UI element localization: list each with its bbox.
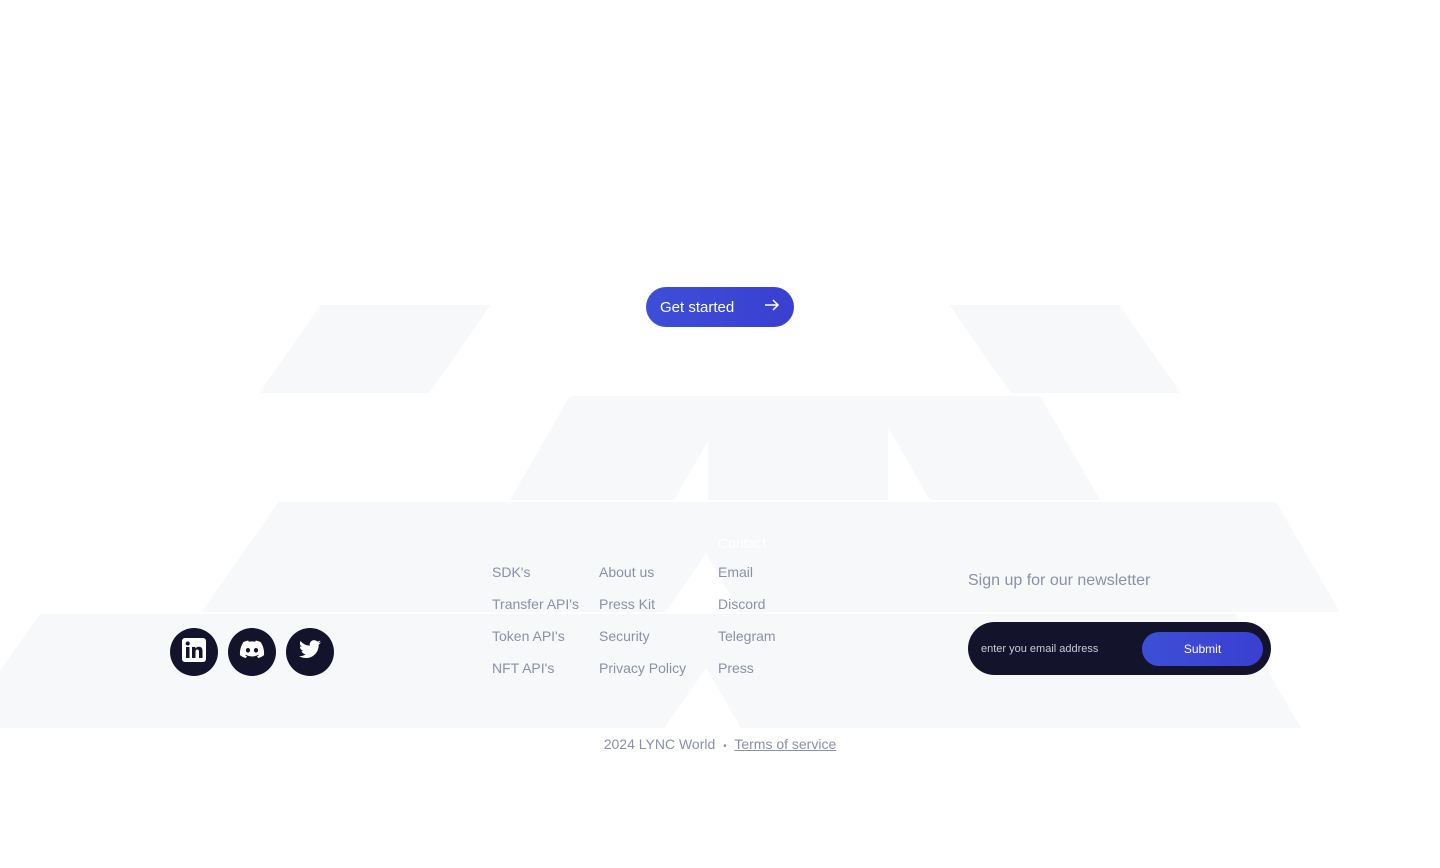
newsletter-form: Submit	[968, 622, 1271, 675]
get-started-button[interactable]: Get started	[646, 287, 794, 327]
linkedin-button[interactable]	[170, 628, 218, 676]
email-input[interactable]	[979, 632, 1142, 665]
contact-links: Email Discord Telegram Press	[718, 560, 776, 688]
developers-links: SDK's Transfer API's Token API's NFT API…	[492, 560, 579, 688]
link-press-kit[interactable]: Press Kit	[599, 592, 686, 624]
link-telegram[interactable]: Telegram	[718, 624, 776, 656]
social-links	[170, 628, 334, 676]
link-nft-apis[interactable]: NFT API's	[492, 656, 579, 688]
contact-heading: Contact	[718, 535, 767, 551]
link-about-us[interactable]: About us	[599, 560, 686, 592]
twitter-button[interactable]	[286, 628, 334, 676]
copyright-text: 2024 LYNC World	[603, 736, 716, 752]
get-started-label: Get started	[660, 298, 735, 316]
twitter-icon	[298, 639, 322, 665]
copyright: 2024 LYNC World • Terms of service	[0, 736, 1440, 752]
link-transfer-apis[interactable]: Transfer API's	[492, 592, 579, 624]
submit-button[interactable]: Submit	[1142, 631, 1263, 666]
link-sdks[interactable]: SDK's	[492, 560, 579, 592]
discord-button[interactable]	[228, 628, 276, 676]
company-links: About us Press Kit Security Privacy Poli…	[599, 560, 686, 688]
link-token-apis[interactable]: Token API's	[492, 624, 579, 656]
arrow-right-icon	[764, 298, 780, 316]
footer: SDK's Transfer API's Token API's NFT API…	[0, 0, 1440, 868]
linkedin-icon	[181, 637, 207, 668]
link-press[interactable]: Press	[718, 656, 776, 688]
link-email[interactable]: Email	[718, 560, 776, 592]
discord-icon	[239, 640, 265, 665]
separator: •	[723, 741, 727, 752]
link-discord[interactable]: Discord	[718, 592, 776, 624]
link-privacy-policy[interactable]: Privacy Policy	[599, 656, 686, 688]
terms-of-service-link[interactable]: Terms of service	[734, 736, 836, 752]
link-security[interactable]: Security	[599, 624, 686, 656]
newsletter-title: Sign up for our newsletter	[968, 572, 1151, 589]
